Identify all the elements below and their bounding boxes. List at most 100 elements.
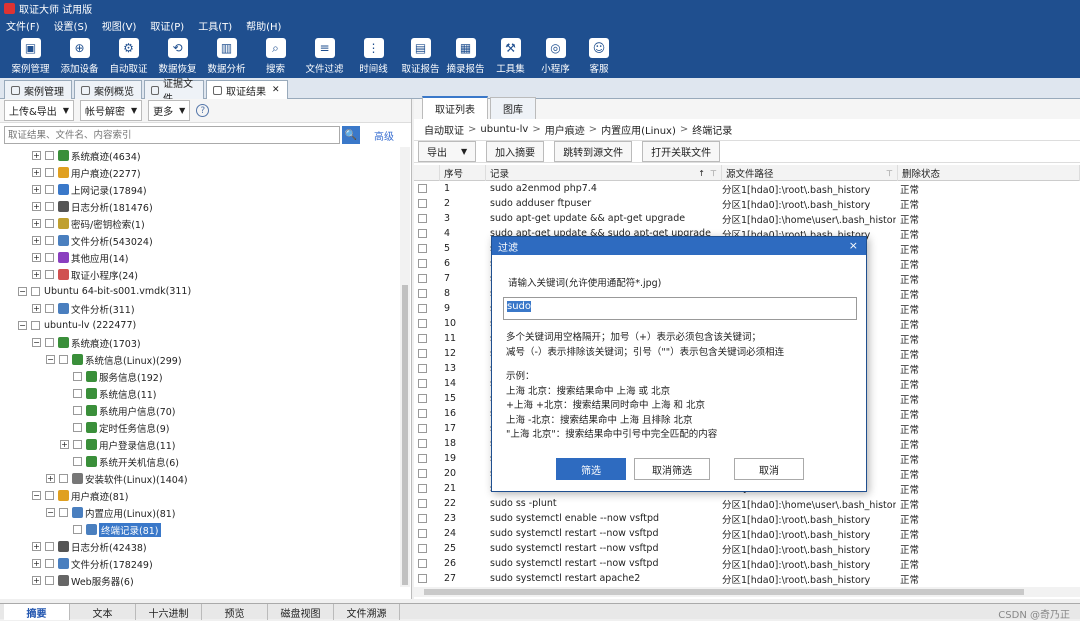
advanced-search-link[interactable]: 高级 — [374, 128, 394, 143]
tree-node[interactable]: + 日志分析(42438) — [32, 538, 147, 555]
row-checkbox[interactable] — [418, 484, 427, 493]
expand-toggle-icon[interactable]: + — [32, 542, 41, 551]
toolbar-button[interactable]: ≡ 文件过滤 — [300, 34, 349, 75]
tree-checkbox[interactable] — [45, 185, 54, 194]
tree-node[interactable]: 系统用户信息(70) — [60, 402, 176, 419]
keyword-input[interactable]: sudo — [503, 297, 857, 320]
tab-2[interactable]: 证据文件 — [144, 79, 204, 105]
tree-checkbox[interactable] — [45, 151, 54, 160]
breadcrumb-item[interactable]: 用户痕迹 — [545, 122, 585, 137]
tree-checkbox[interactable] — [73, 406, 82, 415]
filter-icon[interactable]: ⊤ — [886, 169, 893, 178]
table-row[interactable]: 27 sudo systemctl restart apache2 分区1[hda0… — [414, 571, 1080, 586]
tree-node[interactable]: + 文件分析(311) — [32, 300, 135, 317]
tree-checkbox[interactable] — [45, 236, 54, 245]
row-checkbox-cell[interactable] — [418, 526, 438, 541]
table-row[interactable]: 23 sudo systemctl enable --now vsftpd 分区1[… — [414, 511, 1080, 526]
tree-node[interactable]: − 系统信息(Linux)(299) — [46, 351, 182, 368]
table-row[interactable]: 22 sudo ss -plunt 分区1[hda0]:\home\user\.ba… — [414, 496, 1080, 511]
menu-item[interactable]: 帮助(H) — [246, 18, 281, 33]
row-checkbox[interactable] — [418, 229, 427, 238]
row-checkbox[interactable] — [418, 379, 427, 388]
toolbar-button[interactable]: ⟲ 数据恢复 — [153, 34, 202, 75]
expand-toggle-icon[interactable]: + — [32, 185, 41, 194]
tree-node[interactable]: + 用户登录信息(11) — [60, 436, 176, 453]
row-checkbox-cell[interactable] — [418, 181, 438, 196]
result-tab-0[interactable]: 取证列表 — [422, 96, 488, 119]
tree-node[interactable]: + 安装软件(Linux)(1404) — [46, 470, 188, 487]
row-checkbox-cell[interactable] — [418, 436, 438, 451]
row-checkbox-cell[interactable] — [418, 346, 438, 361]
toolbar-button[interactable]: ▦ 摘录报告 — [443, 34, 488, 75]
row-checkbox-cell[interactable] — [418, 286, 438, 301]
row-checkbox[interactable] — [418, 274, 427, 283]
expand-toggle-icon[interactable]: + — [32, 151, 41, 160]
breadcrumb-item[interactable]: ubuntu-lv — [480, 124, 528, 135]
tree-checkbox[interactable] — [45, 168, 54, 177]
row-checkbox-cell[interactable] — [418, 511, 438, 526]
col-delete-status[interactable]: 删除状态 — [898, 165, 1080, 181]
row-checkbox[interactable] — [418, 334, 427, 343]
tree-checkbox[interactable] — [45, 219, 54, 228]
expand-toggle-icon[interactable]: + — [32, 559, 41, 568]
tab-1[interactable]: 案例概览 — [74, 80, 142, 99]
open-related-button[interactable]: 打开关联文件 — [642, 141, 721, 162]
toolbar-button[interactable]: ⚙ 自动取证 — [104, 34, 153, 75]
upload-export-dropdown[interactable]: 上传&导出 ▼ — [4, 100, 74, 121]
scrollbar-thumb[interactable] — [402, 285, 408, 585]
toolbar-button[interactable]: ⚒ 工具集 — [488, 34, 533, 75]
tree-node[interactable]: − 用户痕迹(81) — [32, 487, 129, 504]
tree-checkbox[interactable] — [73, 389, 82, 398]
row-checkbox-cell[interactable] — [418, 406, 438, 421]
row-checkbox[interactable] — [418, 499, 427, 508]
table-row[interactable]: 3 sudo apt-get update && apt-get upgrade 分… — [414, 211, 1080, 226]
row-checkbox[interactable] — [418, 469, 427, 478]
tree-node[interactable]: + 上网记录(17894) — [32, 181, 147, 198]
bottom-tab-1[interactable]: 文本 — [70, 604, 136, 620]
expand-toggle-icon[interactable]: − — [32, 491, 41, 500]
expand-toggle-icon[interactable]: + — [60, 440, 69, 449]
row-checkbox-cell[interactable] — [418, 496, 438, 511]
export-button[interactable]: 导出 ▼ — [418, 141, 477, 162]
row-checkbox-cell[interactable] — [418, 376, 438, 391]
tree-checkbox[interactable] — [59, 355, 68, 364]
col-record[interactable]: 记录 ↑ ⊤ — [486, 165, 722, 181]
row-checkbox[interactable] — [418, 559, 427, 568]
tree-node[interactable]: + 文件分析(543024) — [32, 232, 153, 249]
tree-checkbox[interactable] — [45, 542, 54, 551]
menu-item[interactable]: 文件(F) — [6, 18, 40, 33]
row-checkbox-cell[interactable] — [418, 331, 438, 346]
toolbar-button[interactable]: ▣ 案例管理 — [6, 34, 55, 75]
breadcrumb-item[interactable]: 自动取证 — [424, 122, 464, 137]
tree-node[interactable]: + 系统痕迹(4634) — [32, 147, 141, 164]
menu-item[interactable]: 取证(P) — [150, 18, 184, 33]
tree-checkbox[interactable] — [73, 372, 82, 381]
row-checkbox[interactable] — [418, 199, 427, 208]
bottom-tab-4[interactable]: 磁盘视图 — [268, 604, 334, 620]
tree-node[interactable]: + Web服务器(6) — [32, 572, 134, 587]
tab-3[interactable]: 取证结果 ✕ — [206, 80, 288, 99]
breadcrumb-item[interactable]: 内置应用(Linux) — [601, 122, 676, 137]
row-checkbox[interactable] — [418, 439, 427, 448]
result-tab-1[interactable]: 图库 — [490, 97, 536, 119]
filter-icon[interactable]: ⊤ — [710, 169, 717, 178]
expand-toggle-icon[interactable]: + — [32, 168, 41, 177]
row-checkbox-cell[interactable] — [418, 241, 438, 256]
table-row[interactable]: 25 sudo systemctl restart --now vsftpd 分区1… — [414, 541, 1080, 556]
expand-toggle-icon[interactable]: + — [32, 236, 41, 245]
row-checkbox[interactable] — [418, 529, 427, 538]
table-row[interactable]: 1 sudo a2enmod php7.4 分区1[hda0]:\root\.bas… — [414, 181, 1080, 196]
row-checkbox[interactable] — [418, 514, 427, 523]
search-input[interactable] — [4, 126, 340, 144]
row-checkbox[interactable] — [418, 574, 427, 583]
tree-checkbox[interactable] — [59, 508, 68, 517]
expand-toggle-icon[interactable]: − — [46, 508, 55, 517]
bottom-tab-3[interactable]: 预览 — [202, 604, 268, 620]
row-checkbox-cell[interactable] — [418, 226, 438, 241]
row-checkbox[interactable] — [418, 244, 427, 253]
row-checkbox-cell[interactable] — [418, 361, 438, 376]
row-checkbox-cell[interactable] — [418, 541, 438, 556]
expand-toggle-icon[interactable]: − — [32, 338, 41, 347]
row-checkbox[interactable] — [418, 214, 427, 223]
row-checkbox-cell[interactable] — [418, 211, 438, 226]
